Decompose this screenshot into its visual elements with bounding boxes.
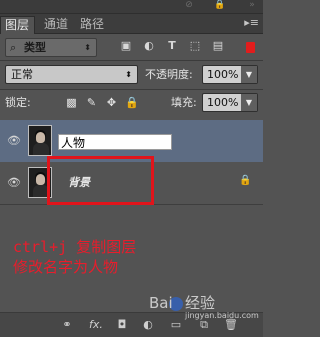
chevron-down-icon[interactable]: ▼ [241,66,257,83]
annotation-line-2: 修改名字为人物 [13,258,119,276]
panel-menu-icon[interactable]: ▸≡ [244,17,259,29]
chevron-updown-icon: ⬍ [125,70,132,79]
fill-value: 100% [207,96,239,109]
adjustment-filter-icon[interactable]: ◐ [142,39,156,53]
lock-image-icon[interactable]: ✎ [85,96,98,110]
top-strip: ⊘ 🔒 » [0,0,263,14]
fill-field[interactable]: 100% ▼ [202,93,258,112]
lock-label: 锁定: [5,96,31,109]
blend-mode-select[interactable]: 正常 ⬍ [5,65,138,84]
type-filter-icon[interactable]: T [165,39,179,53]
opacity-label: 不透明度: [145,68,193,81]
adjustment-icon[interactable]: ◐ [141,318,155,332]
new-layer-icon[interactable]: ⧉ [197,318,211,332]
trash-icon[interactable]: 🗑 [224,318,238,332]
watermark-brand: Bai [149,294,173,312]
eye-icon[interactable]: 👁 [7,135,21,147]
layer-name-input[interactable]: 人物 [58,134,172,150]
kind-filter-select[interactable]: ⌕ 类型 ⬍ [5,38,97,57]
layers-list: 👁 人物 👁 背景 🔒 [0,116,263,312]
link-icon[interactable]: ⚭ [60,318,74,332]
lock-transparent-icon[interactable]: ▩ [65,96,78,110]
chevron-down-icon[interactable]: ▼ [241,94,257,111]
lock-icon: 🔒 [239,175,252,186]
opacity-value: 100% [207,68,239,81]
search-icon: ⌕ [10,41,17,54]
mask-icon[interactable]: ◘ [115,318,129,332]
highlight-box [47,156,154,205]
shape-filter-icon[interactable]: ⬚ [188,39,202,53]
filter-row: ⌕ 类型 ⬍ ▣ ◐ T ⬚ ▤ [0,34,263,60]
tab-channels[interactable]: 通道 [40,16,73,33]
folder-icon[interactable]: ▭ [169,318,183,332]
divider [0,60,263,61]
filter-toggle-button[interactable] [246,42,255,53]
smart-object-filter-icon[interactable]: ▤ [211,39,225,53]
no-icon[interactable]: ⊘ [184,0,194,10]
chevron-updown-icon: ⬍ [84,43,91,52]
lock-icon[interactable]: 🔒 [214,0,225,10]
watermark-brand-cn: 经验 [185,294,216,312]
tab-layers[interactable]: 图层 [0,16,36,34]
opacity-field[interactable]: 100% ▼ [202,65,258,84]
fx-icon[interactable]: fx. [88,318,104,332]
layer-thumbnail [28,125,52,156]
annotation-line-1: ctrl+j 复制图层 [13,238,137,256]
lock-position-icon[interactable]: ✥ [105,96,118,110]
lock-all-icon[interactable]: 🔒 [125,96,139,110]
kind-filter-label: 类型 [24,41,46,54]
tab-paths[interactable]: 路径 [76,16,109,33]
blend-mode-value: 正常 [11,68,33,81]
blend-row: 正常 ⬍ 不透明度: 100% ▼ [0,62,263,87]
fill-label: 填充: [171,96,197,109]
eye-icon[interactable]: 👁 [7,177,21,189]
image-filter-icon[interactable]: ▣ [119,39,133,53]
panel-tab-bar: 图层 通道 路径 ▸≡ [0,14,263,34]
collapse-icon[interactable]: » [247,0,257,10]
watermark-sub: jingyan.baidu.com [185,311,259,320]
